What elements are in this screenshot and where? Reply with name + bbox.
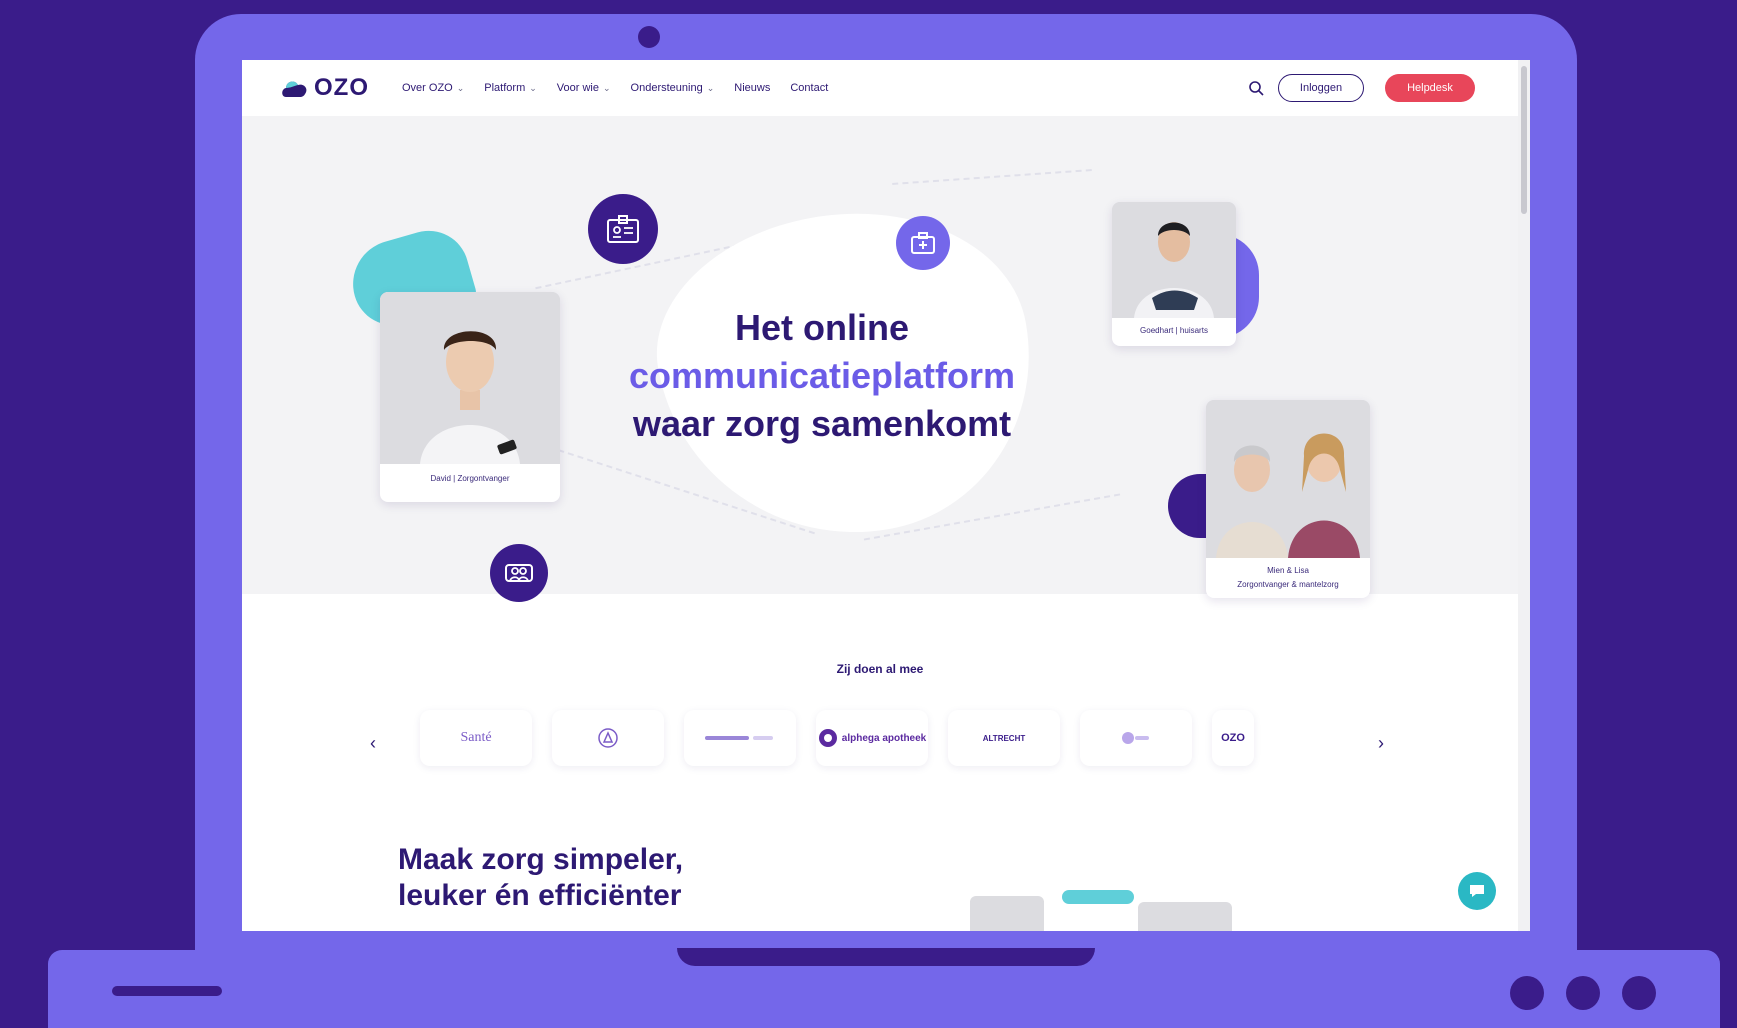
- person-caption-name: Mien & Lisa: [1267, 566, 1309, 575]
- browser-screen: OZO Over OZO ⌄ Platform ⌄ Voor wie ⌄ Onders…: [242, 60, 1530, 931]
- person-photo: [1206, 400, 1370, 558]
- partner-emblem-icon: [1122, 732, 1149, 744]
- search-button[interactable]: [1248, 80, 1264, 101]
- hero-section: Het online communicatieplatform waar zor…: [242, 116, 1518, 602]
- laptop-notch: [677, 948, 1095, 966]
- person-photo: [1112, 202, 1236, 318]
- scrollbar-thumb[interactable]: [1521, 66, 1527, 214]
- search-icon: [1249, 81, 1264, 96]
- person-illustration: [380, 292, 560, 464]
- person-illustration: [1206, 400, 1370, 558]
- menu-item-contact[interactable]: Contact: [790, 82, 828, 94]
- partner-logo-text: Santé: [460, 730, 492, 745]
- laptop-dot: [1566, 976, 1600, 1010]
- partner-logo-sante[interactable]: Santé: [420, 710, 532, 766]
- logo-text: OZO: [314, 74, 369, 101]
- headline-line-2: communicatieplatform: [628, 355, 1016, 396]
- menu-label: Nieuws: [734, 82, 771, 94]
- section-title: Maak zorg simpeler, leuker én efficiënte…: [398, 842, 683, 914]
- menu-item-platform[interactable]: Platform ⌄: [484, 82, 537, 94]
- person-caption: David | Zorgontvanger: [430, 474, 510, 483]
- chat-icon: [1470, 885, 1484, 897]
- section-title-line-1: Maak zorg simpeler,: [398, 843, 684, 876]
- top-navigation: OZO Over OZO ⌄ Platform ⌄ Voor wie ⌄ Onders…: [242, 60, 1518, 116]
- person-card-david: David | Zorgontvanger: [380, 292, 560, 502]
- section-title-line-2: leuker én efficiënter: [398, 879, 682, 912]
- medical-bag-icon: [911, 232, 935, 254]
- person-illustration: [1112, 202, 1236, 318]
- menu-item-ondersteuning[interactable]: Ondersteuning ⌄: [631, 82, 715, 94]
- partner-emblem-icon: [598, 728, 618, 748]
- partner-logo-3[interactable]: [684, 710, 796, 766]
- person-photo: [380, 292, 560, 464]
- chevron-left-icon: ‹: [370, 733, 376, 753]
- scrollbar[interactable]: [1518, 60, 1530, 931]
- chevron-down-icon: ⌄: [456, 82, 465, 93]
- dashed-connector: [892, 169, 1092, 185]
- person-card-mien-lisa: Mien & Lisa Zorgontvanger & mantelzorg: [1206, 400, 1370, 598]
- people-badge: [490, 544, 548, 602]
- menu-item-over-ozo[interactable]: Over OZO ⌄: [402, 82, 464, 94]
- alphega-logo-icon: [818, 729, 837, 747]
- partner-wordmark-icon: [705, 736, 773, 740]
- partner-logo-text: alphega apotheek: [841, 732, 927, 744]
- headline-line-3: waar zorg samenkomt: [632, 403, 1012, 444]
- menu-label: Platform: [484, 82, 526, 94]
- partners-heading: Zij doen al mee: [836, 662, 924, 676]
- menu-item-nieuws[interactable]: Nieuws: [734, 82, 770, 94]
- menu-label: Ondersteuning: [630, 82, 703, 94]
- person-card-goedhart: Goedhart | huisarts: [1112, 202, 1236, 346]
- carousel-prev-button[interactable]: ‹: [370, 733, 376, 754]
- partner-logo-text: OZO: [1221, 732, 1245, 744]
- chevron-right-icon: ›: [1378, 733, 1384, 753]
- cloud-logo-icon: [282, 81, 307, 97]
- chevron-down-icon: ⌄: [706, 82, 715, 93]
- partner-logo-6[interactable]: [1080, 710, 1192, 766]
- menu-label: Over OZO: [402, 82, 453, 94]
- menu-label: Contact: [790, 82, 829, 94]
- chat-button[interactable]: [1458, 872, 1496, 910]
- helpdesk-button[interactable]: Helpdesk: [1385, 74, 1475, 102]
- partner-logo-altrecht[interactable]: ALTRECHT: [948, 710, 1060, 766]
- headline-line-1: Het online: [734, 307, 909, 348]
- people-icon: [505, 564, 533, 582]
- partner-logo-2[interactable]: [552, 710, 664, 766]
- partner-logo-ozo[interactable]: OZO: [1212, 710, 1254, 766]
- id-card-badge: [588, 194, 658, 264]
- person-caption: Goedhart | huisarts: [1140, 326, 1208, 335]
- laptop-dot: [1622, 976, 1656, 1010]
- laptop-camera: [638, 26, 660, 48]
- person-caption-role: Zorgontvanger & mantelzorg: [1237, 580, 1339, 589]
- hero-headline: Het online communicatieplatform waar zor…: [542, 304, 1102, 448]
- id-card-icon: [607, 215, 639, 243]
- laptop-slot: [112, 986, 222, 996]
- ozo-logo[interactable]: OZO: [280, 74, 369, 102]
- laptop-dot: [1510, 976, 1544, 1010]
- menu-item-voor-wie[interactable]: Voor wie ⌄: [557, 82, 611, 94]
- preview-photo: [1138, 902, 1232, 931]
- medical-bag-badge: [896, 216, 950, 270]
- chevron-down-icon: ⌄: [529, 82, 537, 93]
- partner-logo-alphega[interactable]: alphega apotheek: [816, 710, 928, 766]
- main-menu: Over OZO ⌄ Platform ⌄ Voor wie ⌄ Ondersteun…: [402, 82, 828, 94]
- carousel-next-button[interactable]: ›: [1378, 733, 1384, 754]
- login-button[interactable]: Inloggen: [1278, 74, 1364, 102]
- chevron-down-icon: ⌄: [603, 82, 611, 93]
- preview-badge: [1062, 890, 1134, 904]
- partner-logo-text: ALTRECHT: [982, 733, 1026, 743]
- preview-photo: [970, 896, 1044, 931]
- menu-label: Voor wie: [556, 82, 599, 94]
